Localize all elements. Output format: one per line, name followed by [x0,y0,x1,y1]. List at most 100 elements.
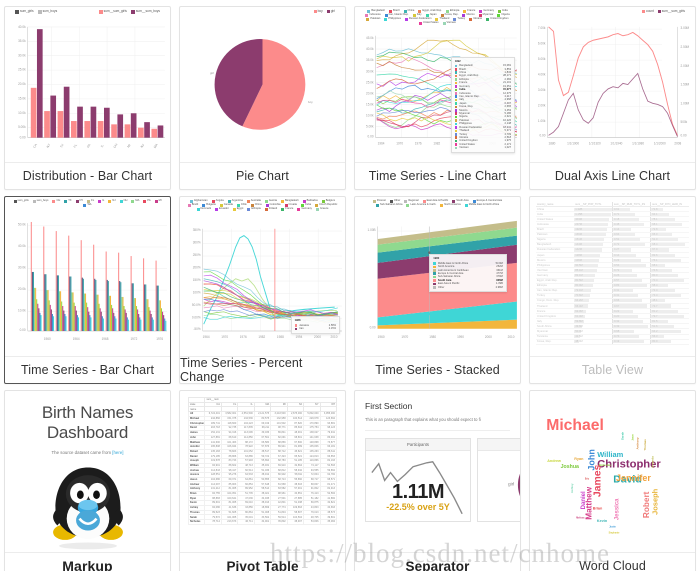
svg-text:0.00: 0.00 [20,136,26,140]
legend-label: Ukraine [473,17,483,21]
bar [81,277,83,332]
tooltip-row: Iran 2.15% [294,327,336,331]
secondary-panel[interactable]: girl [477,438,520,523]
svg-text:0.00: 0.00 [20,328,26,332]
tooltip-header: 1992 [454,59,461,63]
bar [71,292,73,332]
legend-label: PA [147,199,151,203]
markup-heading: Birth Names Dashboard [41,403,134,443]
bar [145,284,147,332]
card-dual-axis-line-chart[interactable]: count sum__sum_girls 7.00k 6.00k 5.00k 4… [529,6,696,190]
legend-label: Denmark [200,207,212,211]
word-cloud-word[interactable]: Andrew [547,459,561,463]
word-cloud-word[interactable]: Stephanie [609,531,620,534]
bar [97,294,99,332]
legend-item: Brazil [187,204,198,207]
card-pie-chart[interactable]: boy girl boy girl Pie Chart [179,6,346,190]
svg-text:2010: 2010 [508,335,515,339]
word-cloud-word[interactable]: Justin [609,525,616,528]
card-table-view[interactable]: country_name sum__SP_POP_TOTL sum__SP_RUR_… [529,196,696,384]
legend-swatch [143,200,147,203]
card-title-word-cloud: Word Cloud [530,552,695,571]
tooltip-series-name: Vietnam [459,146,469,150]
chart-legend-percent-change: Afghanistan Angola Argentina Australia Austr… [184,200,341,211]
word-cloud-word[interactable]: Kevin [597,519,608,523]
svg-text:2.00M: 2.00M [681,64,690,68]
word-cloud-word[interactable]: Ryan [574,457,584,461]
tooltip-header: 1980 [433,257,440,261]
tooltip-series-name: Iran [299,327,304,331]
word-cloud-word[interactable]: Joshua [561,464,579,470]
word-cloud-word[interactable]: Ashley [570,483,574,493]
card-time-series-stacked[interactable]: Poorest Other Regional East Asia & Pacific S… [354,196,521,384]
word-cloud-word[interactable]: Brian [593,506,603,510]
word-cloud-word[interactable]: Daniel [581,491,587,509]
markup-source-link[interactable]: [here] [112,450,123,455]
card-time-series-bar-chart[interactable]: sum_girls sum_boys CH TX NY FL IL NJ OH MA PA MI WA … [4,196,171,384]
legend-swatch [154,200,158,203]
card-pivot-table[interactable]: sum__num state CA FL IL MA MI NJ NY OH name All 6… [179,390,346,571]
word-cloud-word[interactable]: Joseph [650,488,659,515]
word-cloud-word[interactable]: Anthony [636,437,640,449]
bar [83,293,85,332]
bar [32,271,34,332]
legend-label: Greece [319,207,329,211]
card-markup[interactable]: Birth Names Dashboard The source dataset… [4,390,171,571]
tooltip-swatch [433,279,436,282]
bar [45,274,47,332]
bar [148,307,150,332]
svg-text:TX: TX [59,142,65,149]
bar [69,276,71,332]
tooltip-swatch [433,265,436,269]
svg-text:1/1/1920: 1/1/1920 [589,141,601,145]
legend-item: France [281,208,293,211]
bar [99,308,101,332]
word-cloud-word[interactable]: William [597,450,623,459]
legend-item: WA [83,204,92,207]
svg-text:1964: 1964 [378,141,385,145]
tooltip-swatch [454,91,458,95]
card-title-separator: Separator [355,552,520,571]
legend-swatch [280,200,284,203]
svg-text:1.00k: 1.00k [538,119,546,123]
word-cloud-word[interactable]: Nicholas [599,463,612,467]
card-distribution-bar-chart[interactable]: sum_girls sum_boys sum__sum_girls sum__s… [4,6,171,190]
card-separator[interactable]: First Section This is an paragraph that … [354,390,521,571]
legend-swatch [366,18,370,21]
svg-text:2000: 2000 [314,335,321,339]
bar [144,284,146,332]
card-time-series-percent-change[interactable]: Afghanistan Angola Argentina Australia Austr… [179,196,346,384]
card-word-cloud[interactable]: Michael Christopher David Jennifer James John… [529,390,696,571]
word-cloud-word[interactable]: Jason [632,434,634,441]
word-cloud-word[interactable]: Amanda [651,456,655,468]
word-cloud-word[interactable]: Melissa [576,517,585,519]
legend-swatch [131,200,135,203]
word-cloud-word[interactable]: Jennifer [616,473,651,483]
legend-label: Germany [301,207,312,211]
tooltip-swatch [433,275,436,279]
word-cloud-word[interactable]: Eric [585,478,590,480]
word-cloud-word[interactable]: Jessica [614,498,620,520]
big-number-panel[interactable]: Participants 1.11M -22.5% over 5Y [365,438,471,523]
chart-legend-time-series-line: Bangladesh Brazil China Egypt, Arab Rep. Eth… [359,10,516,25]
legend-swatch [486,18,490,21]
legend-swatch [384,18,388,21]
bar [46,290,48,332]
svg-text:-50%: -50% [193,327,200,331]
word-cloud-word[interactable]: John [587,449,597,470]
word-cloud-word[interactable]: Michael [546,417,604,434]
card-time-series-line-chart[interactable]: Bangladesh Brazil China Egypt, Arab Rep. Eth… [354,6,521,190]
bar [114,316,116,332]
bar [150,313,152,332]
svg-text:5.00k: 5.00k [366,125,374,129]
bar [157,285,159,332]
legend-swatch [297,208,301,211]
word-cloud-word[interactable]: Thomas [643,439,647,451]
pivot-table: sum__num state CA FL IL MA MI NJ NY OH name All 6… [187,397,337,525]
svg-text:FL: FL [73,143,78,149]
bar [82,278,84,332]
legend-swatch [418,22,422,25]
legend-label: sum_girls [17,199,29,203]
word-cloud-word[interactable]: Sarah [621,432,625,440]
tooltip-swatch [454,81,458,85]
